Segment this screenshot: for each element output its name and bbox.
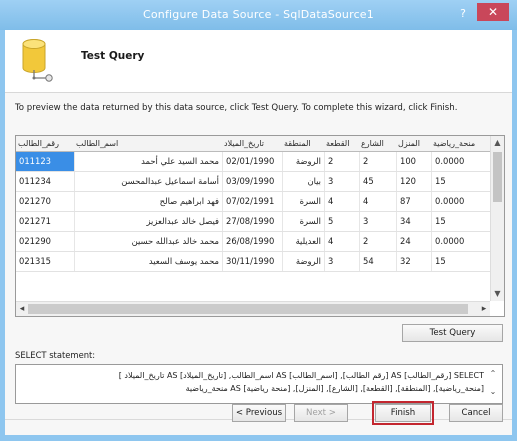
cell-sport-grant[interactable]: 0.0000 xyxy=(431,192,490,211)
cell-area[interactable]: الروضة xyxy=(282,252,324,271)
cell-block[interactable]: 2 xyxy=(324,152,359,171)
wizard-content: Test Query To preview the data returned … xyxy=(5,30,512,435)
cell-student-id[interactable]: 021271 xyxy=(16,212,74,231)
cell-sport-grant[interactable]: 0.0000 xyxy=(431,232,490,251)
help-button[interactable]: ? xyxy=(455,6,471,22)
finish-button[interactable]: Finish xyxy=(372,401,434,425)
table-row-partial[interactable] xyxy=(16,272,490,301)
cell-student-id[interactable]: 011123 xyxy=(16,152,74,171)
table-row[interactable]: 021315 محمد يوسف السعيد 30/11/1990 الروض… xyxy=(16,252,490,272)
cell-street[interactable]: 2 xyxy=(359,232,396,251)
chevron-up-icon[interactable]: ⌃ xyxy=(488,369,498,378)
previous-button[interactable]: < Previous xyxy=(232,404,286,422)
cell-house[interactable]: 120 xyxy=(396,172,431,191)
cell-sport-grant[interactable]: 15 xyxy=(431,172,490,191)
configure-data-source-window: Configure Data Source - SqlDataSource1 ?… xyxy=(0,0,517,441)
vertical-scrollbar[interactable]: ▲ ▼ xyxy=(490,136,504,301)
table-row[interactable]: 021271 فيصل خالد عبدالعزيز 27/08/1990 ال… xyxy=(16,212,490,232)
column-header[interactable]: اسم_الطالب xyxy=(74,136,222,151)
title-bar[interactable]: Configure Data Source - SqlDataSource1 ?… xyxy=(0,0,517,30)
cell-student-name[interactable]: فهد ابراهيم صالح xyxy=(74,192,222,211)
cell-student-id[interactable]: 011234 xyxy=(16,172,74,191)
scroll-right-icon[interactable]: ▸ xyxy=(478,303,490,315)
close-icon: ✕ xyxy=(487,5,499,19)
column-header[interactable]: منحة_رياضية xyxy=(431,136,490,151)
cell-sport-grant[interactable]: 0.0000 xyxy=(431,152,490,171)
cell-area[interactable]: العديلية xyxy=(282,232,324,251)
next-button[interactable]: Next > xyxy=(294,404,348,422)
column-header[interactable]: القطعة xyxy=(324,136,359,151)
database-icon xyxy=(22,39,53,82)
vertical-scroll-thumb[interactable] xyxy=(493,152,502,202)
column-header[interactable]: المنطقة xyxy=(282,136,324,151)
chevron-down-icon[interactable]: ⌄ xyxy=(488,387,498,396)
column-header[interactable]: الشارع xyxy=(359,136,396,151)
select-statement-line: [منحة_رياضية], [المنطقة], [القطعة], [الش… xyxy=(185,384,484,393)
cell-street[interactable]: 4 xyxy=(359,192,396,211)
instruction-text: To preview the data returned by this dat… xyxy=(15,103,458,113)
cell-house[interactable]: 24 xyxy=(396,232,431,251)
table-row[interactable]: 021270 فهد ابراهيم صالح 07/02/1991 السرة… xyxy=(16,192,490,212)
cell-street[interactable]: 2 xyxy=(359,152,396,171)
select-statement-label: SELECT statement: xyxy=(15,350,96,360)
cell-student-id[interactable]: 021315 xyxy=(16,252,74,271)
cell-block[interactable]: 5 xyxy=(324,212,359,231)
cell-birth-date[interactable]: 03/09/1990 xyxy=(222,172,282,191)
cell-street[interactable]: 3 xyxy=(359,212,396,231)
column-header[interactable]: تاريخ_الميلاد xyxy=(222,136,282,151)
query-results-grid[interactable]: رقم_الطالب اسم_الطالب تاريخ_الميلاد المن… xyxy=(15,135,505,317)
table-row[interactable]: 011234 أسامة اسماعيل عبدالمحسن 03/09/199… xyxy=(16,172,490,192)
close-button[interactable]: ✕ xyxy=(477,3,509,21)
cell-student-id[interactable]: 021290 xyxy=(16,232,74,251)
horizontal-scroll-thumb[interactable] xyxy=(28,304,468,314)
scroll-up-icon[interactable]: ▲ xyxy=(491,137,504,149)
horizontal-scrollbar[interactable]: ◂ ▸ xyxy=(16,301,490,316)
select-statement-text[interactable]: SELECT [رقم_الطالب] AS [رقم الطالب], [اس… xyxy=(22,369,484,395)
cell-birth-date[interactable]: 30/11/1990 xyxy=(222,252,282,271)
cell-block[interactable]: 3 xyxy=(324,172,359,191)
cell-student-name[interactable]: محمد خالد عبدالله حسين xyxy=(74,232,222,251)
table-row[interactable]: 021290 محمد خالد عبدالله حسين 26/08/1990… xyxy=(16,232,490,252)
cell-area[interactable]: الروضة xyxy=(282,152,324,171)
select-statement-box[interactable]: SELECT [رقم_الطالب] AS [رقم الطالب], [اس… xyxy=(15,364,503,404)
table-row[interactable]: 011123 محمد السيد علي أحمد 02/01/1990 ال… xyxy=(16,152,490,172)
page-heading: Test Query xyxy=(81,50,145,62)
cell-student-name[interactable]: فيصل خالد عبدالعزيز xyxy=(74,212,222,231)
cancel-button[interactable]: Cancel xyxy=(449,404,503,422)
test-query-button[interactable]: Test Query xyxy=(402,324,503,342)
grid-header: رقم_الطالب اسم_الطالب تاريخ_الميلاد المن… xyxy=(16,136,490,152)
cell-birth-date[interactable]: 27/08/1990 xyxy=(222,212,282,231)
cell-block[interactable]: 3 xyxy=(324,252,359,271)
window-title: Configure Data Source - SqlDataSource1 xyxy=(143,8,374,21)
cell-birth-date[interactable]: 07/02/1991 xyxy=(222,192,282,211)
scroll-left-icon[interactable]: ◂ xyxy=(16,303,28,315)
cell-area[interactable]: بيان xyxy=(282,172,324,191)
cell-house[interactable]: 32 xyxy=(396,252,431,271)
column-header[interactable]: المنزل xyxy=(396,136,431,151)
cell-house[interactable]: 87 xyxy=(396,192,431,211)
wizard-header: Test Query xyxy=(5,30,512,93)
scroll-down-icon[interactable]: ▼ xyxy=(491,288,504,300)
cell-sport-grant[interactable]: 15 xyxy=(431,212,490,231)
cell-birth-date[interactable]: 26/08/1990 xyxy=(222,232,282,251)
cell-student-name[interactable]: أسامة اسماعيل عبدالمحسن xyxy=(74,172,222,191)
cell-area[interactable]: السرة xyxy=(282,192,324,211)
cell-student-name[interactable]: محمد يوسف السعيد xyxy=(74,252,222,271)
cell-student-name[interactable]: محمد السيد علي أحمد xyxy=(74,152,222,171)
cell-street[interactable]: 45 xyxy=(359,172,396,191)
cell-house[interactable]: 100 xyxy=(396,152,431,171)
cell-student-id[interactable]: 021270 xyxy=(16,192,74,211)
cell-street[interactable]: 54 xyxy=(359,252,396,271)
cell-area[interactable]: السرة xyxy=(282,212,324,231)
cell-birth-date[interactable]: 02/01/1990 xyxy=(222,152,282,171)
cell-house[interactable]: 34 xyxy=(396,212,431,231)
cell-block[interactable]: 4 xyxy=(324,232,359,251)
select-statement-line: SELECT [رقم_الطالب] AS [رقم الطالب], [اس… xyxy=(118,371,484,380)
cell-sport-grant[interactable]: 15 xyxy=(431,252,490,271)
cell-block[interactable]: 4 xyxy=(324,192,359,211)
column-header[interactable]: رقم_الطالب xyxy=(16,136,74,151)
